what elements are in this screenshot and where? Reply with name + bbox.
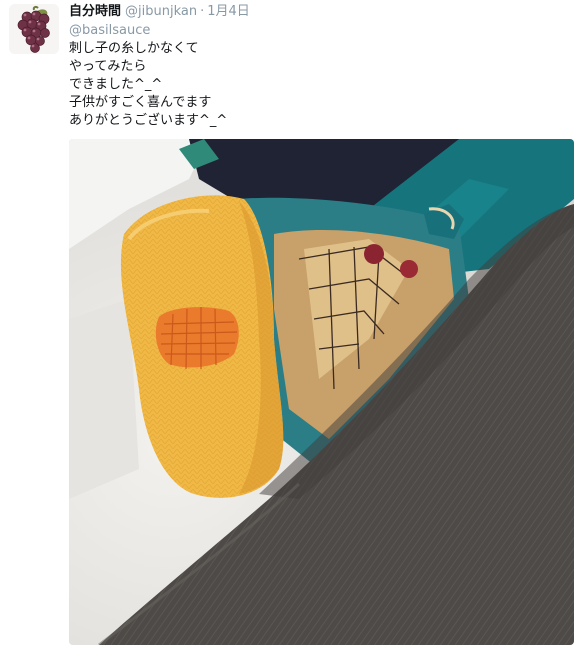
- mention-link[interactable]: @basilsauce: [69, 22, 227, 40]
- user-handle[interactable]: @jibunjkan: [125, 4, 197, 19]
- grapes-avatar-icon: [9, 4, 59, 54]
- tweet-line-2: やってみたら: [69, 59, 147, 74]
- separator-dot: ·: [200, 4, 205, 19]
- tweet-line-1: 刺し子の糸しかなくて: [69, 41, 199, 56]
- tweet-text: @basilsauce 刺し子の糸しかなくて やってみたら できました^_^ 子…: [69, 22, 227, 130]
- tweet-card: 自分時間 @jibunjkan · 1月4日 @basilsauce 刺し子の糸しかな…: [0, 0, 579, 651]
- tweet-header: 自分時間 @jibunjkan · 1月4日: [69, 3, 250, 20]
- display-name[interactable]: 自分時間: [69, 4, 121, 19]
- avatar[interactable]: [9, 4, 59, 54]
- tweet-line-3: できました^_^: [69, 77, 163, 92]
- tweet-photo[interactable]: [69, 139, 574, 645]
- tweet-line-5: ありがとうございます^_^: [69, 113, 228, 128]
- timestamp-link[interactable]: 1月4日: [207, 4, 250, 19]
- tweet-line-4: 子供がすごく喜んでます: [69, 95, 212, 110]
- photo-sock-darn: [69, 139, 574, 645]
